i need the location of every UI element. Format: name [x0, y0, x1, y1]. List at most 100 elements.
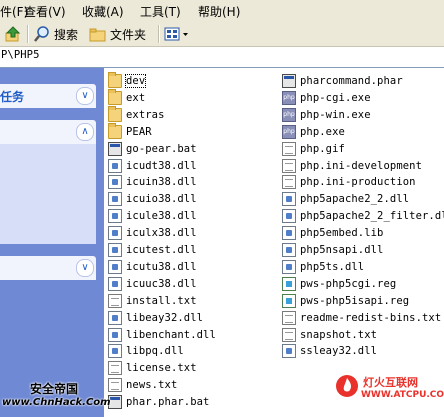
file-item[interactable]: readme-redist-bins.txt: [282, 310, 441, 326]
file-item[interactable]: go-pear.bat: [108, 141, 197, 157]
file-item[interactable]: icutest.dll: [108, 242, 197, 258]
file-item[interactable]: php.gif: [282, 141, 345, 157]
chevron-down-icon[interactable]: ∨: [76, 259, 94, 277]
views-button[interactable]: [164, 25, 190, 43]
file-name: ssleay32.dll: [300, 345, 378, 358]
file-name: PEAR: [126, 125, 152, 138]
places-panel-body: [0, 144, 96, 244]
file-name: icuin38.dll: [126, 176, 197, 189]
file-name: icuio38.dll: [126, 193, 197, 206]
task-pane: 任务 ∨ ∧ ∨: [0, 68, 104, 417]
file-item[interactable]: PEAR: [108, 122, 152, 140]
file-item[interactable]: pws-php5cgi.reg: [282, 276, 396, 292]
file-item[interactable]: license.txt: [108, 360, 197, 376]
dll-file-icon: [282, 192, 296, 207]
file-name: go-pear.bat: [126, 142, 197, 155]
dll-file-icon: [108, 310, 122, 325]
details-panel-header[interactable]: ∨: [0, 256, 96, 280]
file-item[interactable]: php php-cgi.exe: [282, 90, 371, 106]
file-item[interactable]: php.ini-production: [282, 174, 416, 190]
file-name: php5nsapi.dll: [300, 244, 384, 256]
file-item[interactable]: libenchant.dll: [108, 327, 216, 343]
dll-file-icon: [282, 344, 296, 359]
menu-favorites[interactable]: 收藏(A): [82, 3, 124, 20]
file-name: pws-php5isapi.reg: [300, 294, 410, 307]
watermark-right-line2: WWW.ATCPU.COM: [361, 390, 444, 400]
watermark-left-line1: 安全帝国: [30, 382, 79, 396]
file-item[interactable]: libeay32.dll: [108, 310, 203, 326]
dll-file-icon: [282, 243, 296, 257]
dll-file-icon: [108, 158, 122, 173]
file-item[interactable]: php5apache2_2.dll: [282, 191, 409, 207]
file-item[interactable]: php5apache2_2_filter.dll: [282, 208, 444, 224]
file-name: icutu38.dll: [126, 260, 197, 273]
php-file-icon: php: [282, 90, 296, 105]
toolbar: 搜索 文件夹: [0, 22, 444, 47]
doc-file-icon: [108, 293, 122, 308]
dll-file-icon: [108, 243, 122, 257]
file-name: php.gif: [300, 142, 345, 155]
search-button[interactable]: 搜索: [33, 25, 78, 43]
file-name: php-win.exe: [300, 108, 371, 121]
file-item[interactable]: dev: [108, 72, 147, 89]
file-item[interactable]: php.ini-development: [282, 158, 422, 174]
toolbar-separator: [27, 25, 29, 43]
file-name: news.txt: [126, 379, 178, 392]
file-item[interactable]: php php-win.exe: [282, 107, 371, 123]
doc-file-icon: [108, 361, 122, 376]
file-item[interactable]: extras: [108, 105, 165, 123]
file-item[interactable]: php5ts.dll: [282, 259, 364, 275]
file-item[interactable]: icuin38.dll: [108, 174, 197, 190]
file-item[interactable]: install.txt: [108, 293, 197, 309]
file-item[interactable]: ext: [108, 88, 145, 106]
file-name: libeay32.dll: [126, 311, 204, 324]
address-bar[interactable]: P\PHP5: [0, 47, 444, 68]
dll-file-icon: [108, 209, 122, 224]
file-item[interactable]: php5embed.lib: [282, 225, 383, 241]
file-name: php5ts.dll: [300, 260, 365, 273]
chevron-down-icon[interactable]: ∨: [76, 87, 94, 105]
file-item[interactable]: iculx38.dll: [108, 225, 197, 241]
file-item[interactable]: ssleay32.dll: [282, 343, 377, 359]
menu-tools[interactable]: 工具(T): [140, 3, 181, 20]
file-name: libpq.dll: [126, 345, 184, 358]
file-list: dev ext extras PEAR go-pear.bat icudt38.dll ic…: [104, 68, 444, 417]
file-item[interactable]: icule38.dll: [108, 208, 197, 224]
chevron-up-icon[interactable]: ∧: [76, 123, 94, 141]
file-item[interactable]: icudt38.dll: [108, 158, 197, 174]
menu-help[interactable]: 帮助(H): [198, 3, 240, 20]
watermark-left-line2: www.ChnHack.Com: [2, 397, 111, 408]
file-item[interactable]: phar.phar.bat: [108, 394, 209, 410]
folders-button[interactable]: 文件夹: [89, 25, 146, 43]
file-item[interactable]: libpq.dll: [108, 343, 184, 359]
file-item[interactable]: snapshot.txt: [282, 327, 377, 343]
places-panel-header[interactable]: ∧: [0, 120, 96, 144]
dll-file-icon: [108, 259, 122, 274]
toolbar-separator: [158, 25, 160, 43]
reg-file-icon: [282, 276, 296, 291]
file-name: libenchant.dll: [126, 328, 216, 341]
file-item[interactable]: icuuc38.dll: [108, 276, 197, 292]
up-folder-button[interactable]: [4, 25, 22, 43]
task-panel-title: 任务: [0, 90, 25, 104]
file-item[interactable]: news.txt: [108, 377, 177, 393]
dll-file-icon: [282, 226, 296, 241]
site-watermark-left: 安全帝国 www.ChnHack.Com: [2, 380, 111, 408]
menu-view[interactable]: 查看(V): [24, 3, 66, 20]
file-item[interactable]: icuio38.dll: [108, 191, 197, 207]
doc-file-icon: [282, 327, 296, 342]
file-item[interactable]: php php.exe: [282, 124, 345, 140]
file-item[interactable]: icutu38.dll: [108, 259, 197, 275]
file-name: php.exe: [300, 125, 345, 138]
file-item[interactable]: php5nsapi.dll: [282, 242, 383, 258]
folder-file-icon: [108, 88, 122, 105]
menu-bar: 件(F) 查看(V) 收藏(A) 工具(T) 帮助(H): [0, 0, 444, 23]
file-item[interactable]: pharcommand.phar: [282, 73, 403, 89]
address-path: P\PHP5: [1, 49, 40, 61]
file-name: pharcommand.phar: [300, 75, 403, 87]
folders-label: 文件夹: [110, 27, 147, 42]
file-item[interactable]: pws-php5isapi.reg: [282, 293, 409, 309]
task-panel-header[interactable]: 任务 ∨: [0, 84, 96, 108]
file-name: license.txt: [126, 362, 197, 375]
views-icon: [164, 27, 188, 41]
